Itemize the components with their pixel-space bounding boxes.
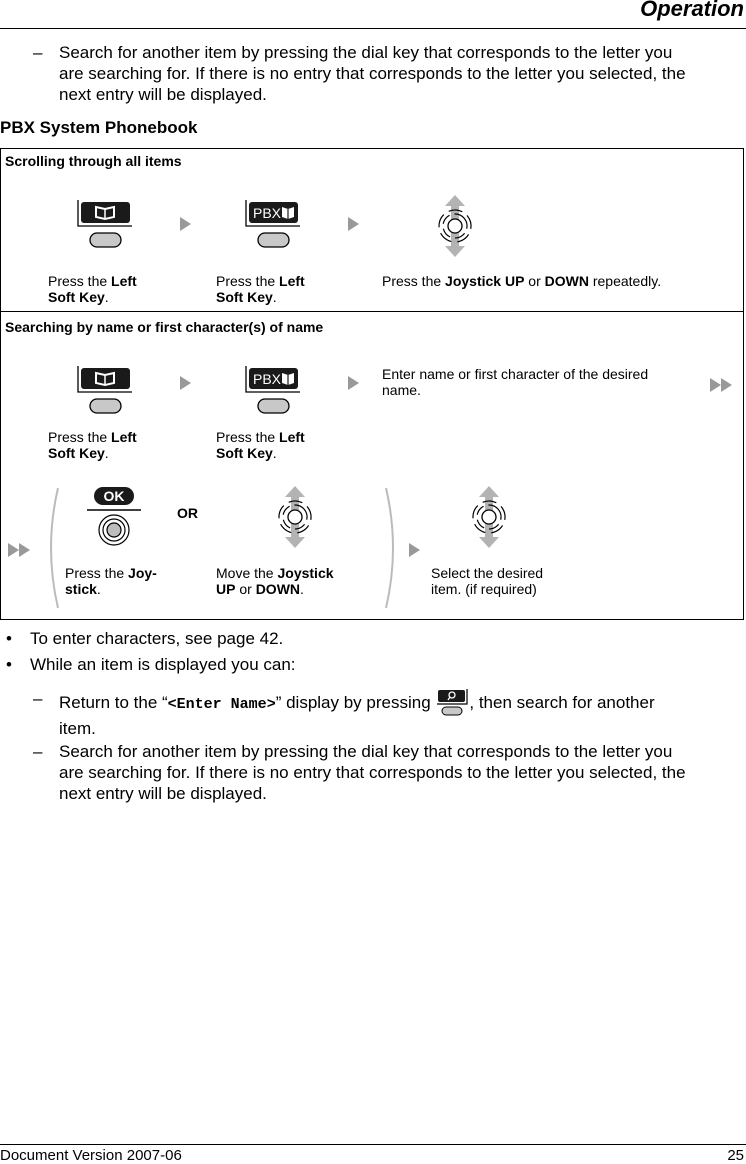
ok-label: OK (104, 488, 125, 504)
page-header-title: Operation (640, 0, 744, 21)
next-step-arrow-icon (348, 376, 359, 390)
continue-arrow-icon (8, 543, 30, 557)
enter-name-code: <Enter Name> (167, 696, 276, 713)
step-caption: Enter name or first character of the des… (382, 366, 649, 398)
page-number: 25 (727, 1147, 744, 1164)
pbx-label: PBX (253, 205, 282, 221)
pbx-label: PBX (253, 371, 282, 387)
joystick-up-down-icon (438, 195, 472, 257)
row-title-scrolling: Scrolling through all items (5, 153, 182, 169)
section-title: PBX System Phonebook (0, 118, 198, 137)
pbx-phonebook-soft-key-icon: PBX (245, 366, 300, 414)
step-caption: Press the Left Soft Key. (216, 273, 305, 305)
left-bracket (50, 487, 59, 609)
step-caption: Select the desired item. (if required) (431, 565, 544, 597)
joystick-up-down-icon (472, 486, 506, 548)
joystick-up-down-icon (278, 486, 312, 548)
next-step-arrow-icon (180, 376, 191, 390)
search-soft-key-icon (437, 689, 468, 716)
footer-rule (0, 1144, 746, 1145)
pbx-phonebook-soft-key-icon: PBX (245, 200, 300, 248)
step-caption: Move the Joystick UP or DOWN. (216, 565, 334, 597)
or-label: OR (177, 505, 198, 521)
header-rule (0, 28, 746, 29)
next-step-arrow-icon (348, 217, 359, 231)
intro-line-2: are searching for. If there is no entry … (59, 64, 686, 83)
intro-line-3: next entry will be displayed. (59, 85, 267, 104)
row-title-searching: Searching by name or first character(s) … (5, 319, 324, 335)
next-step-arrow-icon (180, 217, 191, 231)
phonebook-soft-key-icon (77, 366, 132, 414)
ok-joystick-press-icon: OK (87, 487, 141, 546)
step-caption: Press the Joy- stick. (65, 565, 157, 597)
continue-arrow-icon (710, 378, 732, 392)
intro-line-1: Search for another item by pressing the … (59, 43, 673, 62)
next-step-arrow-icon (409, 543, 420, 557)
step-caption: Press the Left Soft Key. (48, 273, 137, 305)
phonebook-soft-key-icon (77, 200, 132, 248)
right-bracket (385, 487, 394, 609)
dash-bullet: – (33, 43, 43, 62)
document-version: Document Version 2007-06 (0, 1147, 182, 1164)
table-row-divider (0, 311, 744, 312)
step-caption: Press the Left Soft Key. (216, 429, 305, 461)
step-caption: Press the Joystick UP or DOWN repeatedly… (382, 273, 662, 289)
step-caption: Press the Left Soft Key. (48, 429, 137, 461)
